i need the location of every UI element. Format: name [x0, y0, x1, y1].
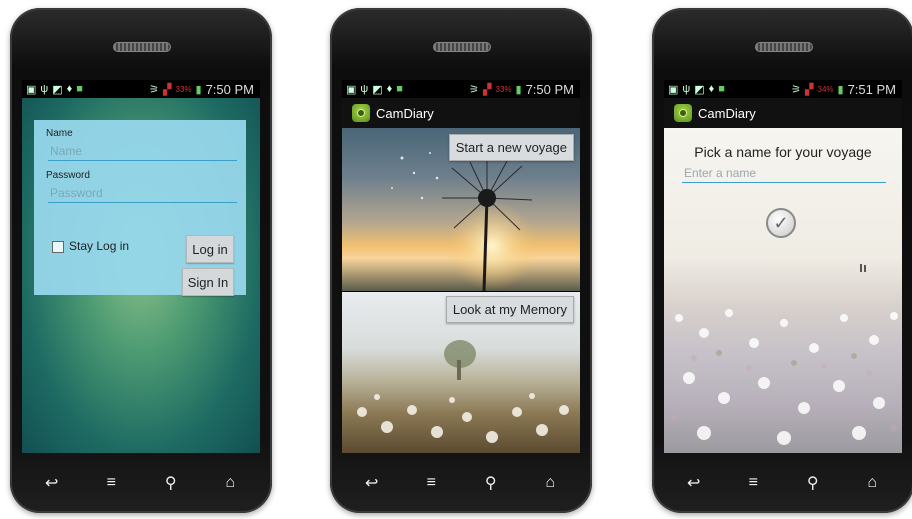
name-label: Name [46, 128, 73, 139]
back-icon[interactable]: ↩ [37, 473, 67, 493]
notification-icon: ◩ [372, 83, 383, 96]
notification-icon: ◩ [694, 83, 705, 96]
password-input[interactable] [48, 184, 237, 203]
app-camera-icon [674, 104, 692, 122]
phone-voyage: ▣ ψ ◩ ♦ ■ ⚞ ▞ 34% ▮ 7:51 PM CamDiary Pic… [652, 8, 912, 513]
app-notification-icon: ■ [396, 83, 403, 95]
nav-bar: ↩ ≡ ⚲ ⌂ [664, 461, 902, 505]
battery-icon: ▮ [837, 83, 844, 96]
search-icon[interactable]: ⚲ [798, 473, 828, 493]
status-bar: ▣ ψ ◩ ♦ ■ ⚞ ▞ 34% ▮ 7:51 PM [664, 80, 902, 98]
action-bar: CamDiary [664, 98, 902, 128]
search-icon[interactable]: ⚲ [476, 473, 506, 493]
battery-percent: 34% [817, 84, 834, 94]
stay-logged-in-checkbox[interactable] [52, 241, 64, 253]
wifi-icon: ⚞ [469, 83, 480, 96]
speaker-grille [755, 42, 813, 52]
login-background: Name Password Stay Log in Log in Sign In [22, 98, 260, 453]
signal-icon: ▞ [805, 83, 814, 96]
name-input[interactable] [48, 142, 237, 161]
speaker-grille [433, 42, 491, 52]
app-notification-icon: ■ [76, 83, 83, 95]
usb-icon: ψ [682, 83, 691, 95]
clock: 7:50 PM [525, 81, 574, 97]
voyage-name-prompt: Pick a name for your voyage [694, 144, 872, 160]
app-title: CamDiary [376, 105, 434, 121]
notification-icon: ♦ [708, 83, 715, 95]
app-notification-icon: ■ [718, 83, 725, 95]
battery-icon: ▮ [195, 83, 202, 96]
confirm-check-button[interactable]: ✓ [766, 208, 796, 238]
memory-button[interactable]: Look at my Memory [445, 296, 574, 323]
home-icon[interactable]: ⌂ [535, 474, 565, 492]
clock: 7:51 PM [847, 81, 896, 97]
wifi-icon: ⚞ [149, 83, 160, 96]
phone-home: ▣ ψ ◩ ♦ ■ ⚞ ▞ 33% ▮ 7:50 PM CamDiary Sta… [330, 8, 592, 513]
screen-voyage: ▣ ψ ◩ ♦ ■ ⚞ ▞ 34% ▮ 7:51 PM CamDiary Pic… [664, 80, 902, 453]
phone-login: ▣ ψ ◩ ♦ ■ ⚞ ▞ 33% ▮ 7:50 PM Name Passwor… [10, 8, 272, 513]
notification-icon: ♦ [66, 83, 73, 95]
menu-icon[interactable]: ≡ [96, 474, 126, 492]
field-image: Look at my Memory [342, 292, 580, 453]
battery-percent: 33% [495, 84, 512, 94]
home-icon[interactable]: ⌂ [215, 474, 245, 492]
battery-percent: 33% [175, 84, 192, 94]
menu-icon[interactable]: ≡ [416, 474, 446, 492]
back-icon[interactable]: ↩ [679, 473, 709, 493]
notification-icon: ♦ [386, 83, 393, 95]
login-panel: Name Password Stay Log in Log in Sign In [34, 120, 246, 296]
notification-icon: ▣ [668, 83, 679, 96]
notification-icon: ◩ [52, 83, 63, 96]
usb-icon: ψ [40, 83, 49, 95]
notification-icon: ▣ [26, 83, 37, 96]
wifi-icon: ⚞ [791, 83, 802, 96]
status-bar: ▣ ψ ◩ ♦ ■ ⚞ ▞ 33% ▮ 7:50 PM [342, 80, 580, 98]
clock: 7:50 PM [205, 81, 254, 97]
voyage-name-input[interactable] [682, 164, 886, 183]
dandelion-image: Start a new voyage [342, 128, 580, 291]
nav-bar: ↩ ≡ ⚲ ⌂ [22, 461, 260, 505]
signin-button[interactable]: Sign In [182, 268, 234, 296]
battery-icon: ▮ [515, 83, 522, 96]
search-icon[interactable]: ⚲ [156, 473, 186, 493]
home-icon[interactable]: ⌂ [857, 474, 887, 492]
start-voyage-button[interactable]: Start a new voyage [448, 134, 574, 161]
back-icon[interactable]: ↩ [357, 473, 387, 493]
usb-icon: ψ [360, 83, 369, 95]
notification-icon: ▣ [346, 83, 357, 96]
screen-login: ▣ ψ ◩ ♦ ■ ⚞ ▞ 33% ▮ 7:50 PM Name Passwor… [22, 80, 260, 453]
nav-bar: ↩ ≡ ⚲ ⌂ [342, 461, 580, 505]
status-bar: ▣ ψ ◩ ♦ ■ ⚞ ▞ 33% ▮ 7:50 PM [22, 80, 260, 98]
speaker-grille [113, 42, 171, 52]
app-camera-icon [352, 104, 370, 122]
password-label: Password [46, 170, 90, 181]
checkmark-icon: ✓ [773, 212, 789, 233]
screen-home: ▣ ψ ◩ ♦ ■ ⚞ ▞ 33% ▮ 7:50 PM CamDiary Sta… [342, 80, 580, 453]
menu-icon[interactable]: ≡ [738, 474, 768, 492]
signal-icon: ▞ [483, 83, 492, 96]
login-button[interactable]: Log in [186, 235, 234, 263]
action-bar: CamDiary [342, 98, 580, 128]
signal-icon: ▞ [163, 83, 172, 96]
stay-logged-in-label: Stay Log in [69, 239, 130, 253]
app-title: CamDiary [698, 105, 756, 121]
